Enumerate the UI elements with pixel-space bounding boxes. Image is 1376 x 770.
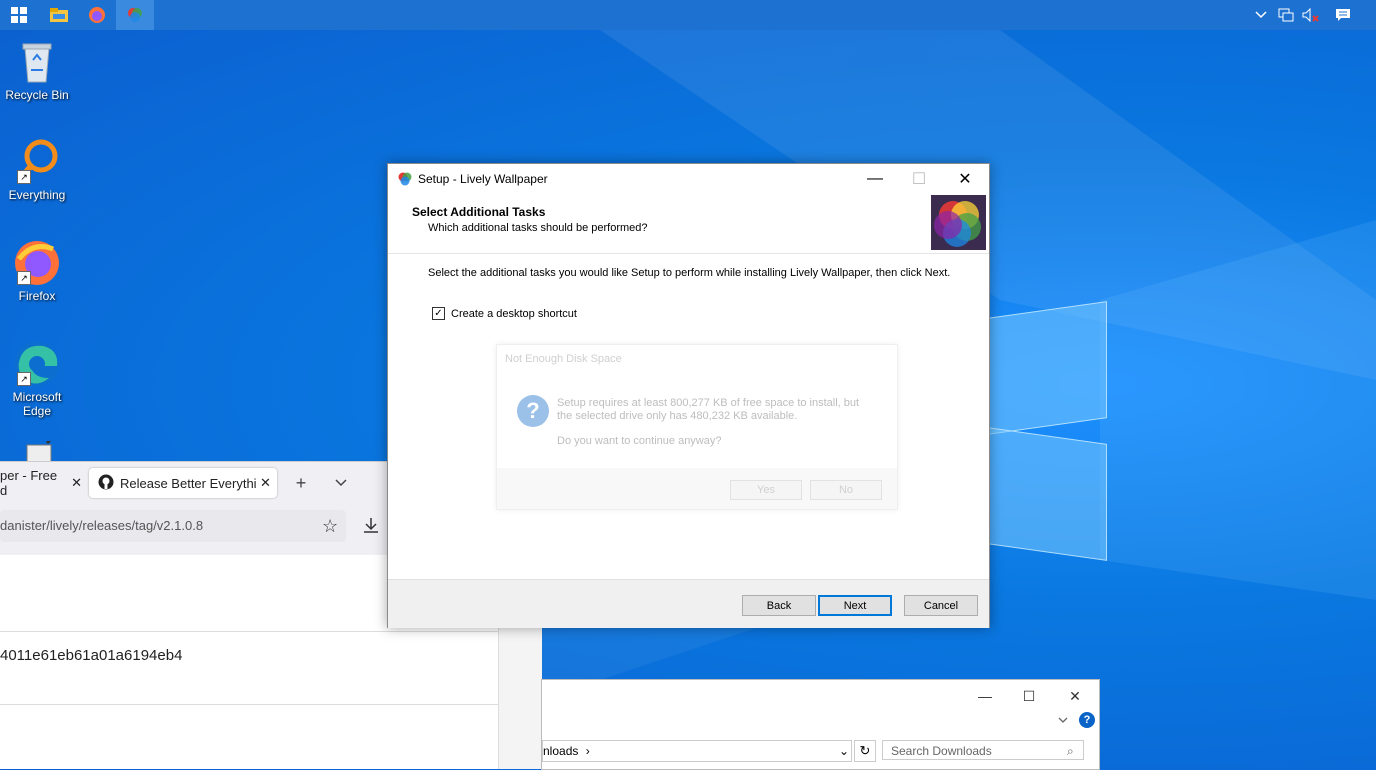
chevron-down-icon bbox=[335, 479, 347, 487]
tab-release-better-everything[interactable]: Release Better Everything ✕ bbox=[89, 468, 277, 498]
new-tab-plus-icon: + bbox=[295, 472, 307, 493]
maximize-button: ☐ bbox=[911, 171, 927, 188]
downloads-icon[interactable] bbox=[362, 516, 380, 537]
chevron-up-icon[interactable] bbox=[1250, 0, 1272, 30]
message-line: the selected drive only has 480,232 KB a… bbox=[557, 410, 798, 422]
firefox-icon[interactable] bbox=[78, 0, 116, 30]
firefox-label: Firefox bbox=[18, 289, 56, 303]
dialog-title: Not Enough Disk Space bbox=[505, 353, 622, 365]
chevron-down-icon[interactable] bbox=[1058, 714, 1068, 728]
disk-space-warning-dialog: Not Enough Disk Space ? Setup requires a… bbox=[496, 344, 898, 510]
tab-label: Release Better Everything bbox=[120, 475, 256, 491]
notifications-icon[interactable] bbox=[1330, 0, 1356, 30]
page-title: Select Additional Tasks bbox=[412, 205, 546, 219]
bookmark-star-icon[interactable]: ☆ bbox=[322, 510, 338, 542]
lively-logo-icon bbox=[931, 195, 986, 250]
shortcut-arrow-icon: ↗ bbox=[17, 372, 31, 386]
taskbar bbox=[0, 0, 1376, 30]
lively-wallpaper-icon[interactable] bbox=[116, 0, 154, 30]
notepad-icon bbox=[13, 441, 61, 461]
message-line: Setup requires at least 800,277 KB of fr… bbox=[557, 397, 860, 409]
instruction-text: Select the additional tasks you would li… bbox=[428, 267, 951, 279]
recycle-bin-desktop-icon[interactable]: Recycle Bin bbox=[0, 38, 74, 102]
network-icon[interactable] bbox=[1275, 0, 1297, 30]
checkbox-checked-icon[interactable]: ✓ bbox=[432, 307, 445, 320]
next-button[interactable]: Next bbox=[818, 595, 892, 616]
shortcut-arrow-icon: ↗ bbox=[17, 170, 31, 184]
desktop-shortcut-option[interactable]: ✓ Create a desktop shortcut bbox=[432, 307, 577, 320]
close-button[interactable]: ✕ bbox=[942, 164, 988, 194]
search-box[interactable]: Search Downloads ⌕ bbox=[882, 740, 1084, 760]
warning-message: Setup requires at least 800,277 KB of fr… bbox=[557, 397, 877, 423]
refresh-icon[interactable]: ↻ bbox=[854, 740, 876, 762]
start-icon[interactable] bbox=[0, 0, 38, 30]
new-tab-button[interactable]: + bbox=[286, 468, 316, 498]
everything-desktop-icon[interactable]: ↗ Everything bbox=[0, 138, 74, 202]
minimize-button[interactable]: — bbox=[962, 684, 1008, 708]
recycle-bin-icon bbox=[13, 38, 61, 86]
minimize-button[interactable]: — bbox=[852, 164, 898, 194]
recycle-bin-label: Recycle Bin bbox=[5, 88, 69, 102]
address-bar[interactable]: nloads › ⌄ bbox=[542, 740, 852, 762]
lively-app-icon bbox=[398, 172, 412, 189]
close-button[interactable]: ✕ bbox=[1052, 684, 1098, 708]
setup-dialog: Setup - Lively Wallpaper — ☐ ✕ Select Ad… bbox=[387, 163, 990, 628]
page-subtitle: Which additional tasks should be perform… bbox=[428, 222, 648, 234]
edge-label: Microsoft Edge bbox=[12, 390, 62, 418]
no-button[interactable]: No bbox=[810, 480, 882, 500]
list-tabs-button[interactable] bbox=[326, 468, 356, 498]
tab-free-download[interactable]: per - Free d ✕ bbox=[0, 468, 82, 498]
file-explorer-window: — ☐ ✕ ? nloads › ⌄ ↻ Search Downloads ⌕ bbox=[541, 679, 1100, 770]
question-icon: ? bbox=[517, 395, 549, 427]
close-tab-icon[interactable]: ✕ bbox=[71, 475, 82, 491]
commit-hash-text: 4011e61eb61a01a6194eb4 bbox=[0, 647, 183, 664]
breadcrumb-chevron-icon: › bbox=[585, 744, 590, 758]
url-bar[interactable]: danister/lively/releases/tag/v2.1.0.8 ☆ bbox=[0, 510, 346, 542]
shortcut-arrow-icon: ↗ bbox=[17, 271, 31, 285]
search-placeholder: Search Downloads bbox=[891, 744, 992, 758]
everything-label: Everything bbox=[8, 188, 66, 202]
volume-muted-icon[interactable] bbox=[1300, 0, 1322, 30]
file-explorer-icon[interactable] bbox=[40, 0, 78, 30]
header-divider bbox=[388, 253, 989, 254]
partial-desktop-icon[interactable] bbox=[0, 441, 74, 461]
firefox-logo-icon: ↗ bbox=[13, 239, 61, 287]
title-bar[interactable]: Setup - Lively Wallpaper — ☐ ✕ bbox=[388, 164, 989, 194]
url-text: danister/lively/releases/tag/v2.1.0.8 bbox=[0, 518, 204, 533]
help-icon[interactable]: ? bbox=[1079, 712, 1095, 728]
wizard-footer: Back Next Cancel bbox=[388, 579, 989, 628]
divider bbox=[0, 631, 498, 632]
everything-search-icon: ↗ bbox=[13, 138, 61, 186]
window-title: Setup - Lively Wallpaper bbox=[418, 172, 548, 186]
maximize-button[interactable]: ☐ bbox=[1006, 684, 1052, 708]
question-text: Do you want to continue anyway? bbox=[557, 435, 722, 447]
cancel-button[interactable]: Cancel bbox=[904, 595, 978, 616]
yes-button[interactable]: Yes bbox=[730, 480, 802, 500]
breadcrumb: nloads bbox=[543, 744, 579, 758]
github-icon bbox=[98, 474, 114, 493]
back-button[interactable]: Back bbox=[742, 595, 816, 616]
firefox-desktop-icon[interactable]: ↗ Firefox bbox=[0, 239, 74, 303]
close-tab-icon[interactable]: ✕ bbox=[260, 475, 271, 491]
dialog-footer: Yes No bbox=[497, 468, 897, 509]
tab-label: per - Free d bbox=[0, 468, 58, 498]
edge-desktop-icon[interactable]: ↗ Microsoft Edge bbox=[0, 340, 74, 418]
search-icon: ⌕ bbox=[1067, 744, 1074, 758]
address-dropdown-icon[interactable]: ⌄ bbox=[839, 741, 849, 761]
checkbox-label: Create a desktop shortcut bbox=[451, 307, 577, 320]
divider bbox=[0, 704, 498, 705]
edge-logo-icon: ↗ bbox=[13, 340, 61, 388]
